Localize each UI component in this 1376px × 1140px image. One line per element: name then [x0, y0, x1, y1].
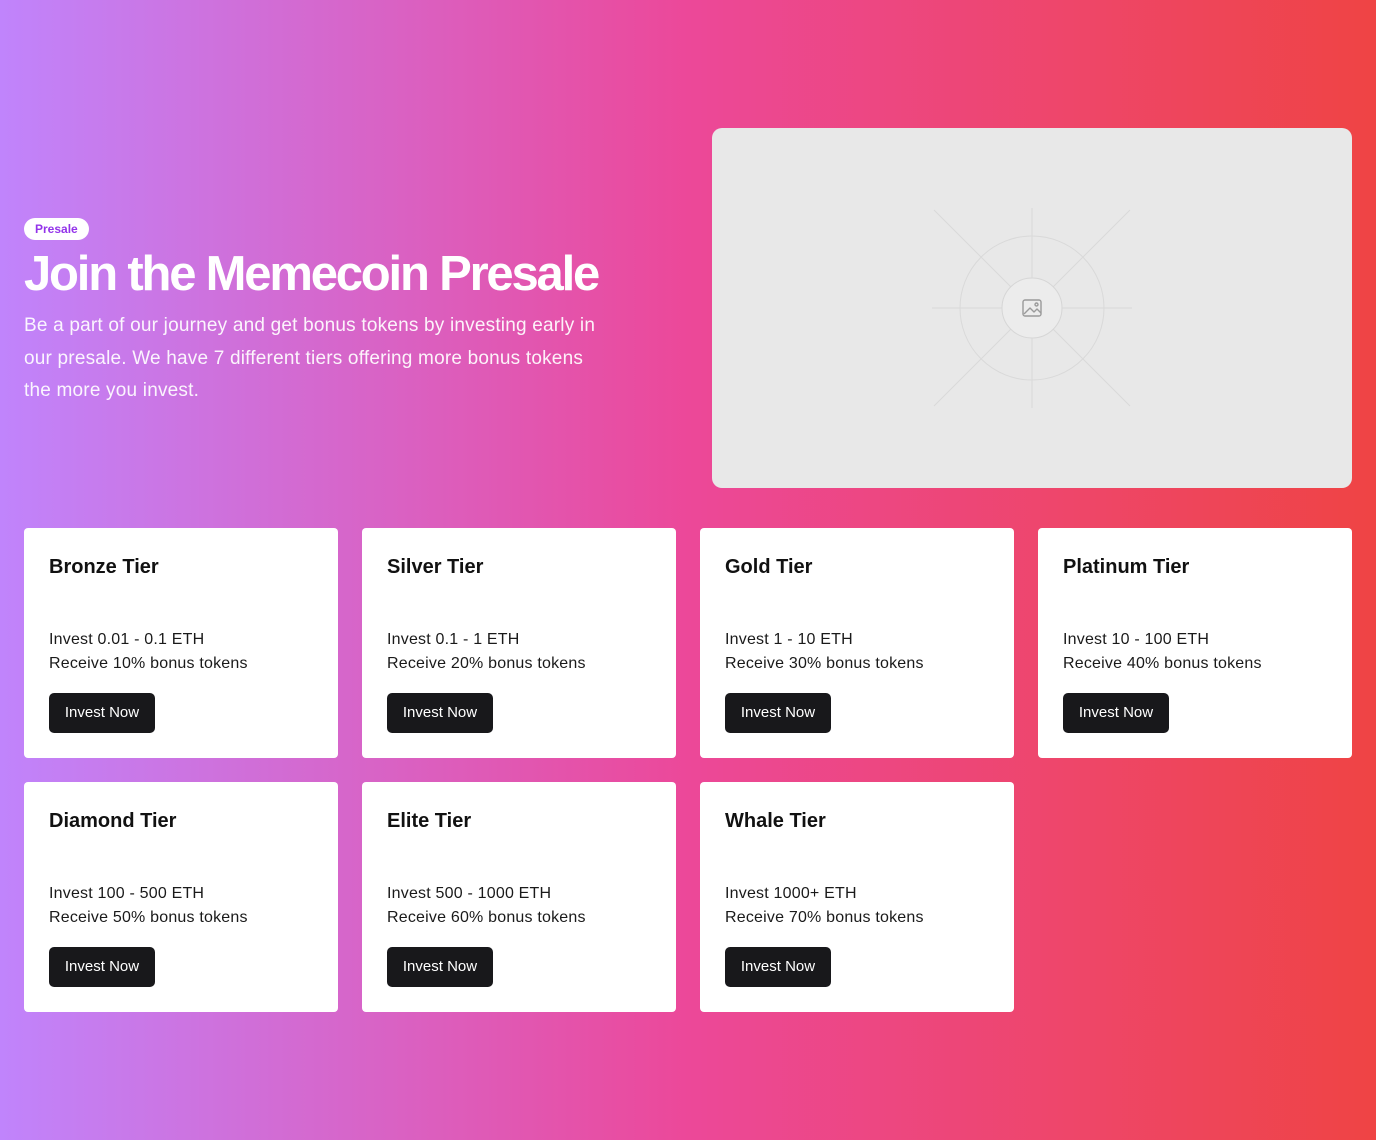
tier-bonus: Receive 50% bonus tokens — [49, 909, 248, 926]
tier-bonus: Receive 40% bonus tokens — [1063, 655, 1262, 672]
invest-now-button[interactable]: Invest Now — [49, 947, 155, 987]
tier-name: Bronze Tier — [49, 556, 159, 578]
tier-card-bronze: Bronze Tier Invest 0.01 - 0.1 ETH Receiv… — [24, 528, 338, 758]
tiers-grid: Bronze Tier Invest 0.01 - 0.1 ETH Receiv… — [24, 528, 1352, 1012]
tier-name: Platinum Tier — [1063, 556, 1190, 578]
invest-now-button[interactable]: Invest Now — [725, 693, 831, 733]
tier-card-elite: Elite Tier Invest 500 - 1000 ETH Receive… — [362, 782, 676, 1012]
image-placeholder-icon — [932, 208, 1132, 408]
tier-name: Whale Tier — [725, 810, 826, 832]
tier-invest-range: Invest 500 - 1000 ETH — [387, 885, 552, 902]
tier-invest-range: Invest 0.01 - 0.1 ETH — [49, 631, 205, 648]
presale-badge: Presale — [24, 218, 89, 240]
tier-bonus: Receive 10% bonus tokens — [49, 655, 248, 672]
tier-bonus: Receive 60% bonus tokens — [387, 909, 586, 926]
tier-bonus: Receive 30% bonus tokens — [725, 655, 924, 672]
invest-now-button[interactable]: Invest Now — [387, 693, 493, 733]
tier-invest-range: Invest 0.1 - 1 ETH — [387, 631, 520, 648]
tier-invest-range: Invest 1 - 10 ETH — [725, 631, 853, 648]
tier-invest-range: Invest 100 - 500 ETH — [49, 885, 205, 902]
invest-now-button[interactable]: Invest Now — [1063, 693, 1169, 733]
tier-card-diamond: Diamond Tier Invest 100 - 500 ETH Receiv… — [24, 782, 338, 1012]
tier-invest-range: Invest 1000+ ETH — [725, 885, 857, 902]
page-title: Join the Memecoin Presale — [24, 247, 600, 301]
hero-section: Presale Join the Memecoin Presale Be a p… — [24, 128, 1352, 488]
tier-name: Elite Tier — [387, 810, 472, 832]
tier-bonus: Receive 70% bonus tokens — [725, 909, 924, 926]
invest-now-button[interactable]: Invest Now — [49, 693, 155, 733]
hero-image-placeholder — [712, 128, 1352, 488]
tier-card-gold: Gold Tier Invest 1 - 10 ETH Receive 30% … — [700, 528, 1014, 758]
tier-invest-range: Invest 10 - 100 ETH — [1063, 631, 1210, 648]
hero-text: Presale Join the Memecoin Presale Be a p… — [24, 218, 624, 408]
tier-name: Gold Tier — [725, 556, 813, 578]
tier-card-platinum: Platinum Tier Invest 10 - 100 ETH Receiv… — [1038, 528, 1352, 758]
hero-description: Be a part of our journey and get bonus t… — [24, 315, 596, 401]
tier-card-whale: Whale Tier Invest 1000+ ETH Receive 70% … — [700, 782, 1014, 1012]
invest-now-button[interactable]: Invest Now — [387, 947, 493, 987]
tier-bonus: Receive 20% bonus tokens — [387, 655, 586, 672]
tier-card-silver: Silver Tier Invest 0.1 - 1 ETH Receive 2… — [362, 528, 676, 758]
tier-name: Diamond Tier — [49, 810, 177, 832]
invest-now-button[interactable]: Invest Now — [725, 947, 831, 987]
tier-name: Silver Tier — [387, 556, 484, 578]
